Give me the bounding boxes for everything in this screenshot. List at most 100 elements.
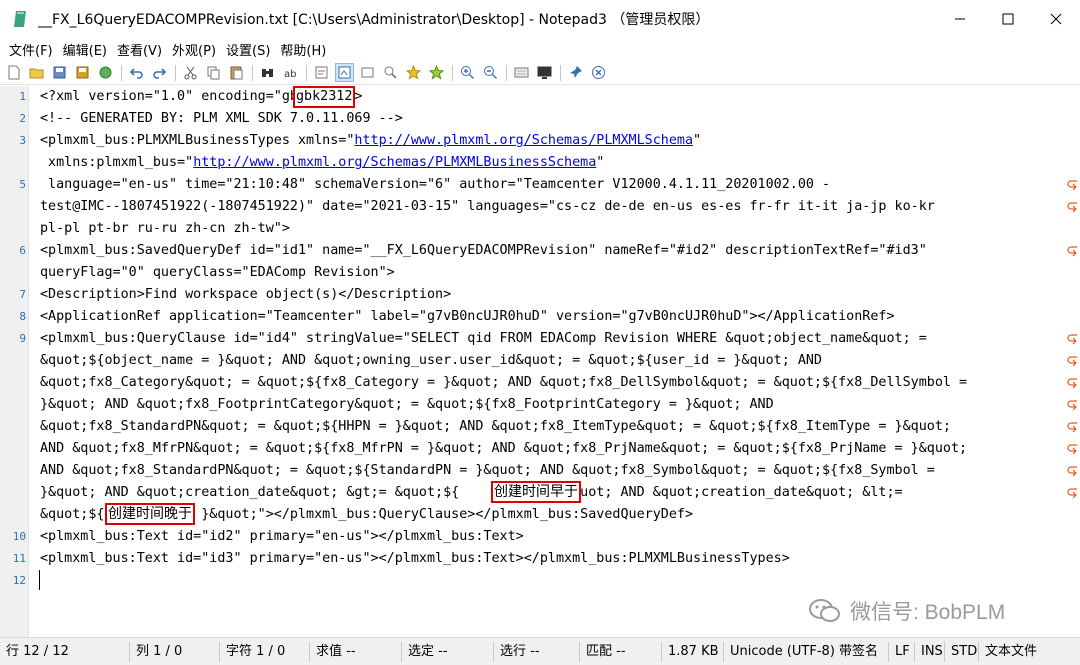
- toolbar-button-cut[interactable]: [181, 63, 200, 82]
- toolbar-button-zoom-in[interactable]: [458, 63, 477, 82]
- code-line: &quot;fx8_StandardPN&quot; = &quot;${HHP…: [40, 419, 951, 434]
- code-line: &quot;fx8_Category&quot; = &quot;${fx8_C…: [40, 375, 968, 390]
- toolbar-button-zoom-fit[interactable]: [381, 63, 400, 82]
- pin-icon: [570, 66, 582, 78]
- menu-bar: 文件(F) 编辑(E) 查看(V) 外观(P) 设置(S) 帮助(H): [0, 37, 1080, 61]
- toolbar-separator: [175, 64, 176, 81]
- status-field-11[interactable]: STD: [945, 641, 979, 662]
- close-window-button[interactable]: [1032, 0, 1080, 37]
- toolbar-button-monitor[interactable]: [535, 63, 554, 82]
- toolbar-separator: [506, 64, 507, 81]
- toolbar-button-word-wrap[interactable]: [312, 63, 331, 82]
- code-line: AND &quot;fx8_MfrPN&quot; = &quot;${fx8_…: [40, 441, 968, 456]
- toolbar-separator: [452, 64, 453, 81]
- status-field-5[interactable]: 选行 --: [494, 641, 580, 662]
- status-field-2[interactable]: 字符 1 / 0: [220, 641, 310, 662]
- find-icon: [262, 69, 273, 77]
- menu-item-0[interactable]: 文件(F): [4, 40, 58, 59]
- status-bar: 行 12 / 12 列 1 / 0 字符 1 / 0 求值 -- 选定 -- 选行 -- 匹…: [0, 637, 1080, 665]
- maximize-icon: [1002, 13, 1014, 24]
- toolbar-button-long-line[interactable]: [335, 63, 354, 82]
- code-line: }&quot; AND &quot;fx8_FootprintCategory&…: [40, 397, 774, 412]
- notepad3-app-icon: [14, 10, 26, 27]
- wrap-indicator-icon: [1067, 378, 1077, 389]
- toolbar-button-star[interactable]: [404, 63, 423, 82]
- save-as-icon: [76, 66, 89, 79]
- schema-link[interactable]: http://www.plmxml.org/Schemas/PLMXMLBusi…: [193, 155, 596, 170]
- menu-item-4[interactable]: 设置(S): [221, 40, 275, 59]
- line-number: 11: [12, 552, 26, 565]
- toolbar-button-open-folder[interactable]: [27, 63, 46, 82]
- toolbar-button-find[interactable]: [258, 63, 277, 82]
- status-field-9[interactable]: LF: [889, 641, 915, 662]
- status-field-7[interactable]: 1.87 KB: [662, 641, 724, 662]
- line-number: 6: [19, 244, 26, 257]
- toolbar-button-copy[interactable]: [204, 63, 223, 82]
- browse-icon: [99, 66, 112, 79]
- code-line: <plmxml_bus:Text id="id3" primary="en-us…: [40, 551, 790, 566]
- status-field-12[interactable]: 文本文件: [979, 642, 1039, 662]
- long-line-icon: [338, 66, 351, 79]
- code-line: queryFlag="0" queryClass="EDAComp Revisi…: [40, 265, 395, 280]
- status-field-3[interactable]: 求值 --: [310, 641, 402, 662]
- maximize-button[interactable]: [984, 0, 1032, 37]
- toolbar-button-replace[interactable]: ab: [281, 63, 300, 82]
- status-field-8[interactable]: Unicode (UTF-8) 带签名: [724, 641, 889, 662]
- toolbar-button-pin[interactable]: [566, 63, 585, 82]
- menu-item-5[interactable]: 帮助(H): [275, 40, 331, 59]
- status-field-1[interactable]: 列 1 / 0: [130, 641, 220, 662]
- code-line: <plmxml_bus:Text id="id2" primary="en-us…: [40, 529, 524, 544]
- cut-icon: [184, 66, 197, 80]
- minimize-button[interactable]: [936, 0, 984, 37]
- new-file-icon: [8, 65, 20, 80]
- code-line: <plmxml_bus:PLMXMLBusinessTypes xmlns="h…: [40, 130, 701, 152]
- created-after-highlight-box: 创建时间早于: [491, 481, 581, 503]
- status-field-10[interactable]: INS: [915, 641, 945, 662]
- schemes-icon: [514, 67, 529, 78]
- code-line: xmlns:plmxml_bus="http://www.plmxml.org/…: [40, 152, 604, 174]
- wrap-indicator-icon: [1067, 444, 1077, 455]
- toolbar-button-browse[interactable]: [96, 63, 115, 82]
- toolbar-button-save-as[interactable]: [73, 63, 92, 82]
- status-field-0[interactable]: 行 12 / 12: [0, 641, 130, 662]
- star-icon: [406, 65, 421, 80]
- status-field-4[interactable]: 选定 --: [402, 641, 494, 662]
- toolbar-button-redo[interactable]: [150, 63, 169, 82]
- wrap-indicator-icon: [1067, 180, 1077, 191]
- code-line: test@IMC--1807451922(-1807451922)" date=…: [40, 199, 935, 214]
- toolbar-button-close[interactable]: [589, 63, 608, 82]
- menu-item-2[interactable]: 查看(V): [112, 40, 167, 59]
- toolbar-button-paste[interactable]: [227, 63, 246, 82]
- toolbar-button-zoom-out[interactable]: [481, 63, 500, 82]
- wechat-icon: [809, 599, 840, 622]
- line-number: 5: [19, 178, 26, 191]
- code-line: <ApplicationRef application="Teamcenter"…: [40, 309, 895, 324]
- code-line: &quot;${object_name = }&quot; AND &quot;…: [40, 353, 822, 368]
- toolbar-button-save[interactable]: [50, 63, 69, 82]
- copy-icon: [207, 66, 220, 80]
- toolbar-button-view-whitespace[interactable]: [358, 63, 377, 82]
- toolbar: ab: [0, 61, 1080, 85]
- wrap-indicator-icon: [1067, 422, 1077, 433]
- toolbar-button-schemes[interactable]: [512, 63, 531, 82]
- menu-item-3[interactable]: 外观(P): [167, 40, 221, 59]
- code-line: <!-- GENERATED BY: PLM XML SDK 7.0.11.06…: [40, 111, 403, 126]
- encoding-highlight-box: gbk2312: [293, 86, 356, 108]
- wrap-indicator-icon: [1067, 334, 1077, 345]
- line-number: 7: [19, 288, 26, 301]
- code-line: <plmxml_bus:QueryClause id="id4" stringV…: [40, 331, 927, 346]
- code-line: <Description>Find workspace object(s)</D…: [40, 287, 452, 302]
- schema-link[interactable]: http://www.plmxml.org/Schemas/PLMXMLSche…: [354, 133, 693, 148]
- status-field-6[interactable]: 匹配 --: [580, 641, 662, 662]
- toolbar-button-new-file[interactable]: [4, 63, 23, 82]
- wrap-indicator-icon: [1067, 246, 1077, 257]
- toolbar-button-undo[interactable]: [127, 63, 146, 82]
- wrap-indicator-icon: [1067, 202, 1077, 213]
- text-caret: [39, 570, 40, 590]
- zoom-out-icon: [484, 66, 497, 79]
- toolbar-button-star-all[interactable]: [427, 63, 446, 82]
- menu-item-1[interactable]: 编辑(E): [58, 40, 112, 59]
- paste-icon: [230, 66, 243, 80]
- editor-area[interactable]: 1 2 3 5 6 7 8 9 10 11 12 <?xml version="1.0" encod…: [0, 86, 1080, 637]
- line-number: 10: [12, 530, 26, 543]
